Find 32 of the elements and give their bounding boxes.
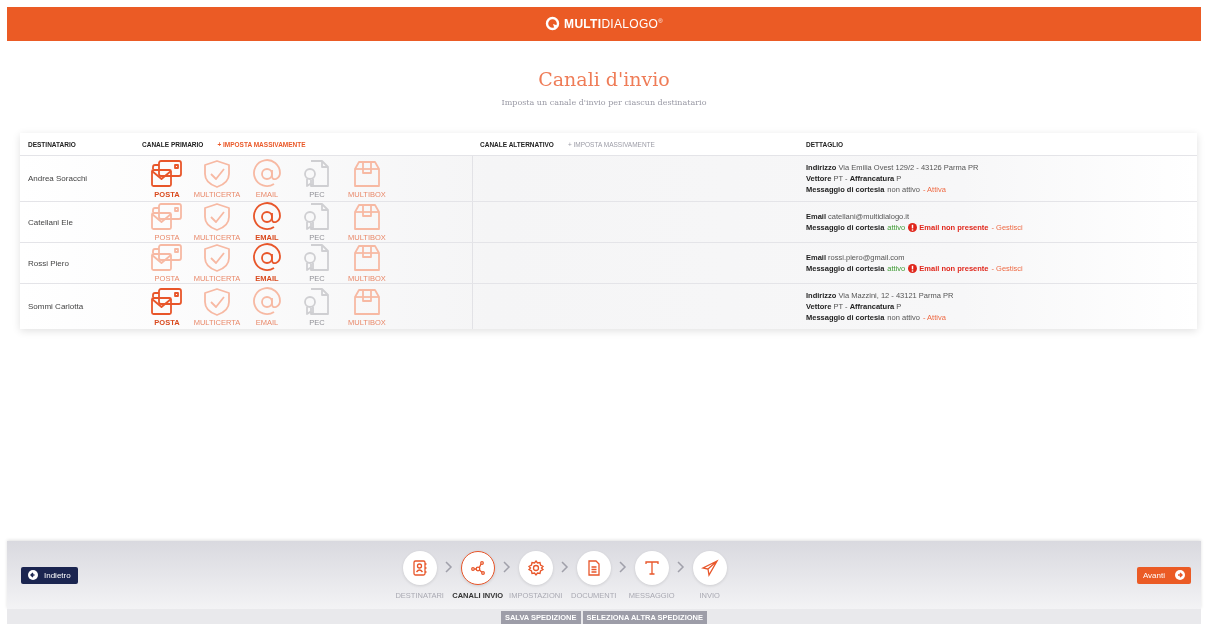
alert-icon	[908, 264, 918, 273]
envelope-icon	[150, 202, 184, 232]
settings-step-icon	[526, 558, 545, 577]
logo-icon	[545, 16, 562, 32]
at-sign-icon	[250, 202, 284, 232]
page-title: Canali d'invio	[537, 68, 671, 90]
chevron-icon	[618, 560, 627, 573]
arrow-left-icon	[28, 570, 38, 580]
page-subtitle: Imposta un canale d'invio per ciascun destinatario	[500, 98, 708, 107]
envelope-icon	[150, 158, 184, 189]
at-sign-icon	[250, 243, 284, 273]
envelope-icon	[150, 243, 184, 273]
chevron-icon	[502, 560, 511, 573]
recipient-name: Rossi Piero	[28, 258, 69, 268]
recipient-name: Catellani Ele	[28, 217, 73, 227]
message-step-icon	[642, 558, 661, 577]
recipient-name: Sommi Carlotta	[28, 302, 84, 311]
logo-text: MULTIDIALOGO$^{®}$	[564, 17, 663, 31]
arrow-right-icon	[1175, 570, 1185, 580]
recipients-step-icon	[410, 558, 429, 577]
next-button[interactable]: Avanti	[1136, 566, 1191, 584]
chevron-icon	[560, 560, 569, 573]
alert-icon	[908, 223, 918, 232]
send-step-icon	[700, 558, 719, 577]
chevron-icon	[676, 560, 685, 573]
channels-step-icon	[468, 558, 487, 577]
at-sign-icon	[250, 286, 284, 317]
chevron-icon	[444, 560, 453, 573]
recipient-name: Andrea Soracchi	[28, 174, 88, 183]
at-sign-icon	[250, 158, 284, 189]
envelope-icon	[150, 286, 184, 317]
back-button[interactable]: Indietro	[21, 566, 78, 584]
